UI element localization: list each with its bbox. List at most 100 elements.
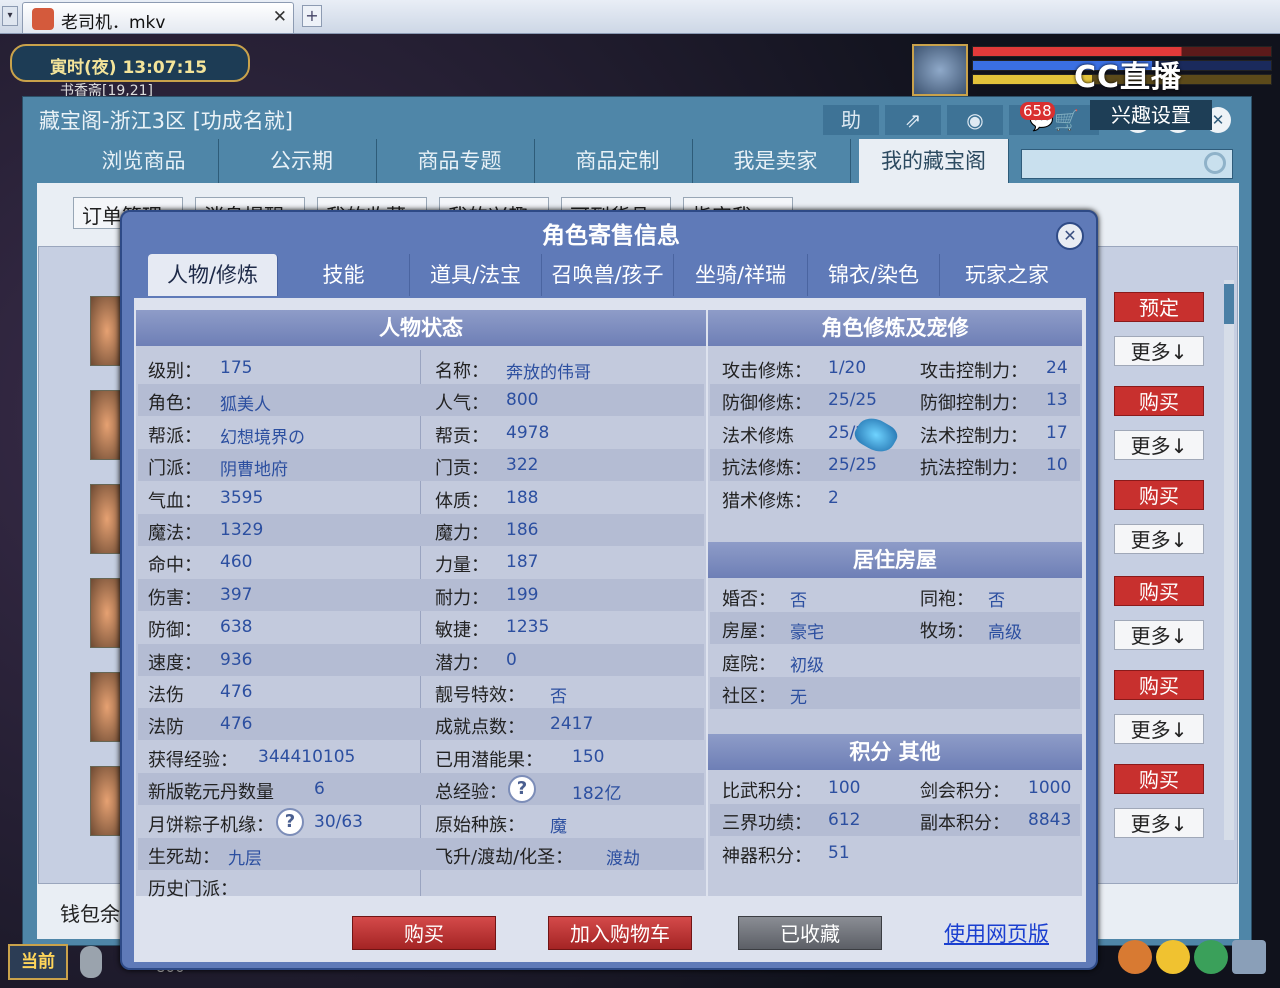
current-channel-button[interactable]: 当前 (8, 944, 68, 980)
message-count-badge: 658 (1020, 102, 1055, 120)
crab-icon[interactable] (1118, 940, 1152, 974)
housing-value: 无 (790, 688, 807, 709)
list-thumbnail[interactable] (90, 296, 124, 366)
stat-label: 法防 (148, 717, 184, 739)
player-avatar[interactable] (912, 44, 968, 96)
nav-topics[interactable]: 商品专题 (385, 139, 535, 183)
stat-label: 人气： (435, 393, 489, 415)
microphone-icon[interactable] (80, 946, 102, 978)
web-version-link[interactable]: 使用网页版 (944, 918, 1049, 948)
housing-label: 庭院： (722, 653, 776, 675)
housing-value: 否 (790, 591, 807, 611)
buy-button[interactable]: 购买 (1114, 386, 1204, 416)
list-thumbnail[interactable] (90, 578, 124, 648)
dialog-close-icon[interactable]: ✕ (1056, 222, 1084, 250)
nav-browse[interactable]: 浏览商品 (69, 139, 219, 183)
record-icon[interactable]: ◉ (947, 105, 1003, 135)
tab-home[interactable]: 玩家之家 (940, 254, 1074, 296)
tab-pets[interactable]: 召唤兽/孩子 (542, 254, 674, 296)
tab-close-icon[interactable]: ✕ (273, 7, 287, 27)
more-button[interactable]: 更多↓ (1114, 808, 1204, 838)
dialog-tabs: 人物/修炼 技能 道具/法宝 召唤兽/孩子 坐骑/祥瑞 锦衣/染色 玩家之家 (142, 250, 1082, 298)
stat-label: 原始种族： (435, 814, 525, 836)
interest-settings-button[interactable]: 兴趣设置 (1090, 100, 1212, 130)
tab-outfits[interactable]: 锦衣/染色 (808, 254, 940, 296)
tab-character[interactable]: 人物/修炼 (148, 254, 278, 296)
tab-favicon-icon (32, 8, 54, 30)
stat-value: 3595 (220, 487, 264, 508)
list-thumbnail[interactable] (90, 484, 124, 554)
stat-value: 150 (572, 746, 605, 767)
cultivation-label: 防御修炼： (722, 393, 812, 415)
points-label: 神器积分： (722, 845, 812, 867)
cultivation-label: 法术控制力： (920, 425, 1028, 447)
stat-value: 182亿 (572, 784, 622, 805)
stat-label: 月饼粽子机缘： (148, 814, 274, 836)
list-scrollbar-thumb[interactable] (1224, 284, 1234, 324)
share-icon[interactable]: ⇗ (885, 105, 941, 135)
status-header: 人物状态 (136, 310, 706, 346)
cultivation-header: 角色修炼及宠修 (708, 310, 1082, 346)
cultivation-value: 25/25 (828, 390, 877, 411)
tab-skills[interactable]: 技能 (278, 254, 410, 296)
stat-value: 6 (314, 779, 325, 800)
tab-mounts[interactable]: 坐骑/祥瑞 (674, 254, 808, 296)
more-button[interactable]: 更多↓ (1114, 336, 1204, 366)
computer-icon[interactable] (1232, 940, 1266, 974)
stat-label: 历史门派： (148, 879, 238, 901)
buy-button[interactable]: 购买 (1114, 480, 1204, 510)
add-to-cart-button[interactable]: 加入购物车 (548, 916, 692, 950)
reserve-button[interactable]: 预定 (1114, 292, 1204, 322)
housing-label: 牧场： (920, 621, 974, 643)
list-thumbnail[interactable] (90, 672, 124, 742)
nav-publicity[interactable]: 公示期 (227, 139, 377, 183)
buy-button[interactable]: 购买 (1114, 670, 1204, 700)
stat-label: 力量： (435, 555, 489, 577)
browser-tab[interactable]: 老司机．mkv ✕ (22, 2, 294, 33)
housing-value: 高级 (988, 623, 1022, 644)
stat-label: 飞升/渡劫/化圣： (435, 847, 574, 868)
more-button[interactable]: 更多↓ (1114, 714, 1204, 744)
stat-value: 30/63 (314, 811, 363, 832)
stat-label: 潜力： (435, 652, 489, 674)
tab-scroll-left-button[interactable]: ▾ (2, 6, 18, 26)
dialog-title: 角色寄售信息 (542, 223, 680, 249)
window-title: 藏宝阁-浙江3区 [功成名就] (39, 109, 293, 133)
stat-value: 奔放的伟哥 (506, 363, 591, 383)
help-button[interactable]: 助 (823, 105, 879, 135)
nav-custom[interactable]: 商品定制 (543, 139, 693, 183)
collected-button[interactable]: 已收藏 (738, 916, 882, 950)
stat-label: 速度： (148, 652, 202, 674)
list-thumbnail[interactable] (90, 390, 124, 460)
buy-button[interactable]: 购买 (352, 916, 496, 950)
stat-value: 638 (220, 617, 253, 638)
search-icon[interactable] (1204, 152, 1226, 174)
stat-value: 187 (506, 552, 539, 573)
smiley-icon[interactable] (1156, 940, 1190, 974)
buy-button[interactable]: 购买 (1114, 576, 1204, 606)
nav-seller[interactable]: 我是卖家 (701, 139, 851, 183)
help-qmark-icon[interactable]: ? (508, 775, 536, 804)
more-button[interactable]: 更多↓ (1114, 430, 1204, 460)
list-thumbnail[interactable] (90, 766, 124, 836)
stat-label: 成就点数： (435, 717, 525, 739)
stat-label: 帮派： (148, 425, 202, 447)
more-button[interactable]: 更多↓ (1114, 620, 1204, 650)
stat-value: 936 (220, 649, 253, 670)
nav-my-treasure[interactable]: 我的藏宝阁 (859, 139, 1009, 183)
cultivation-value: 17 (1046, 422, 1068, 443)
new-tab-button[interactable]: + (302, 5, 322, 27)
tab-items[interactable]: 道具/法宝 (410, 254, 542, 296)
stat-label: 魔力： (435, 523, 489, 544)
globe-icon[interactable] (1194, 940, 1228, 974)
list-scrollbar[interactable] (1224, 280, 1234, 840)
points-value: 51 (828, 842, 850, 863)
search-input[interactable] (1021, 149, 1233, 179)
stat-label: 生死劫： (148, 847, 220, 868)
help-qmark-icon[interactable]: ? (276, 807, 304, 836)
stat-label: 名称： (435, 361, 489, 382)
stat-label: 帮贡： (435, 425, 489, 447)
stat-value: 渡劫 (606, 849, 640, 869)
buy-button[interactable]: 购买 (1114, 764, 1204, 794)
more-button[interactable]: 更多↓ (1114, 524, 1204, 554)
